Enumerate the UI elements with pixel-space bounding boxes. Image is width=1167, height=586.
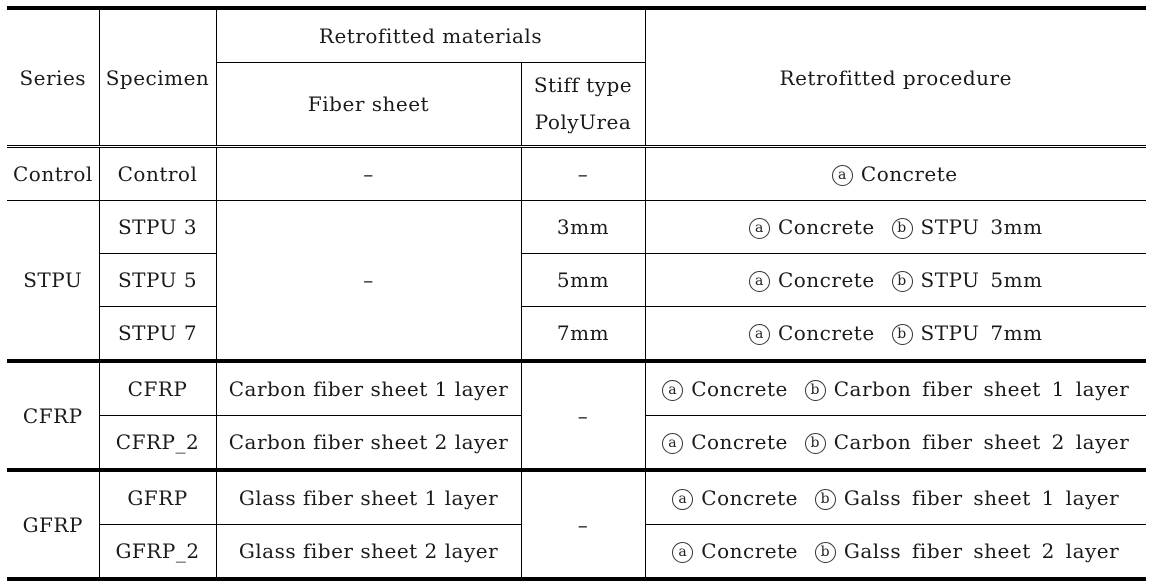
specimen-cell: GFRP_2 [99, 524, 217, 581]
procedure-step-b: Carbon fiber sheet 1 layer [833, 377, 1130, 401]
header-series: Series [7, 6, 100, 147]
specimen-cell: STPU 3 [98, 200, 217, 254]
procedure-step-a: Concrete [777, 321, 875, 345]
procedure-step-a: Concrete [701, 486, 798, 510]
circled-b-icon: b [814, 489, 836, 510]
polyurea-cell: 5mm [520, 253, 646, 307]
procedure-step-a: Concrete [701, 539, 798, 563]
series-cell: GFRP [7, 468, 100, 581]
procedure-step-a: Concrete [860, 162, 958, 186]
fiber-sheet-cell: – [215, 145, 522, 201]
procedure-step-b: Galss fiber sheet 1 layer [843, 486, 1120, 510]
circled-a-icon: a [662, 433, 684, 454]
specimen-table: Series Specimen Retrofitted materials Re… [7, 6, 1146, 581]
polyurea-cell: – [520, 468, 646, 581]
series-cell: CFRP [7, 359, 100, 471]
polyurea-cell: 3mm [520, 200, 646, 254]
header-stiff-type-line1: Stiff type [533, 73, 633, 97]
circled-b-icon: b [891, 324, 913, 345]
circled-a-icon: a [748, 324, 770, 345]
table-row: STPU STPU 3 – 3mm a Concrete b STPU 3mm [7, 200, 1146, 362]
table-row: Control Control – – a Concrete [7, 145, 1146, 201]
circled-b-icon: b [891, 271, 913, 292]
procedure-cell: a Concrete b STPU 7mm [644, 306, 1146, 362]
circled-a-icon: a [831, 165, 853, 186]
procedure-cell: a Concrete b Carbon fiber sheet 2 layer [644, 415, 1146, 471]
procedure-step-b: STPU 3mm [920, 215, 1043, 239]
fiber-sheet-cell: Carbon fiber sheet 1 layer [215, 359, 522, 416]
procedure-step-b: STPU 5mm [920, 268, 1043, 292]
polyurea-cell: – [520, 359, 646, 471]
circled-a-icon: a [748, 271, 770, 292]
specimen-cell: CFRP_2 [99, 415, 217, 471]
specimen-cell: STPU 5 [99, 253, 217, 307]
procedure-step-a: Concrete [691, 430, 788, 454]
procedure-step-a: Concrete [691, 377, 788, 401]
procedure-step-b: STPU 7mm [920, 321, 1043, 345]
series-cell: STPU [7, 200, 100, 362]
circled-a-icon: a [748, 218, 770, 239]
header-retrofitted-procedure: Retrofitted procedure [644, 6, 1146, 147]
procedure-cell: a Concrete b Galss fiber sheet 1 layer [644, 468, 1146, 525]
specimen-cell: STPU 7 [99, 306, 217, 362]
circled-b-icon: b [804, 380, 826, 401]
circled-b-icon: b [891, 218, 913, 239]
procedure-step-a: Concrete [777, 215, 875, 239]
table-row: CFRP CFRP Carbon fiber sheet 1 layer – a… [7, 359, 1146, 471]
procedure-step-b: Carbon fiber sheet 2 layer [833, 430, 1130, 454]
fiber-sheet-cell: Glass fiber sheet 2 layer [215, 524, 522, 581]
circled-b-icon: b [804, 433, 826, 454]
fiber-sheet-cell: Carbon fiber sheet 2 layer [215, 415, 522, 471]
header-fiber-sheet: Fiber sheet [216, 62, 522, 147]
procedure-step-b: Galss fiber sheet 2 layer [843, 539, 1120, 563]
procedure-cell: a Concrete b STPU 3mm [644, 200, 1146, 254]
procedure-step-a: Concrete [777, 268, 875, 292]
circled-a-icon: a [672, 489, 694, 510]
specimen-cell: Control [98, 145, 217, 201]
header-stiff-type-polyurea: Stiff type PolyUrea [520, 62, 645, 147]
fiber-sheet-cell: Glass fiber sheet 1 layer [215, 468, 522, 525]
table-row: STPU 5 5mm a Concrete b STPU 5mm [7, 253, 1146, 307]
circled-a-icon: a [672, 542, 694, 563]
table-row: GFRP GFRP Glass fiber sheet 1 layer – aC… [7, 468, 1146, 581]
header-stiff-type-line2: PolyUrea [534, 110, 632, 134]
procedure-cell: a Concrete [644, 145, 1146, 201]
polyurea-cell: 7mm [520, 306, 646, 362]
procedure-cell: a Concrete b Galss fiber sheet 2 layer [644, 524, 1146, 581]
table-row: STPU 7 7mm a Concrete b STPU 7mm [7, 306, 1146, 362]
header-specimen: Specimen [98, 6, 217, 147]
polyurea-cell: – [520, 145, 646, 201]
circled-a-icon: a [662, 380, 684, 401]
header-retrofitted-materials: Retrofitted materials [215, 6, 646, 63]
procedure-cell: a Concrete b STPU 5mm [644, 253, 1146, 307]
specimen-cell: GFRP [98, 468, 217, 525]
specimen-cell: CFRP [98, 359, 217, 416]
circled-b-icon: b [814, 542, 836, 563]
series-cell: Control [7, 145, 100, 201]
fiber-sheet-cell: – [215, 200, 522, 362]
procedure-cell: a Concrete b Carbon fiber sheet 1 layer [644, 359, 1146, 416]
